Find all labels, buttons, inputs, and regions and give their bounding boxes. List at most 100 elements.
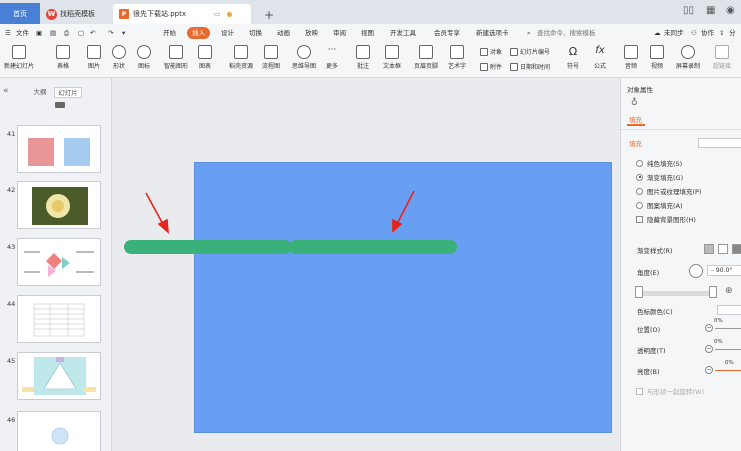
position-slider[interactable] xyxy=(715,328,741,329)
shape-button[interactable]: 形状 xyxy=(112,45,126,70)
fill-preview-box[interactable] xyxy=(698,138,741,148)
menu-animation[interactable]: 动画 xyxy=(277,27,290,39)
tab-fill[interactable]: 填充 xyxy=(629,114,642,124)
tab-document[interactable]: P 很先下载站.pptx ▭ xyxy=(113,4,251,24)
flowchart-button[interactable]: 流程图 xyxy=(262,45,280,70)
share-button[interactable]: 分享 xyxy=(729,27,741,49)
radio[interactable] xyxy=(636,159,643,167)
slide-thumbnail[interactable] xyxy=(17,181,101,229)
header-footer-button[interactable]: 页眉页脚 xyxy=(414,45,438,70)
checkbox[interactable] xyxy=(636,215,643,223)
formula-button[interactable]: fx 公式 xyxy=(593,45,607,70)
slide-thumbnail[interactable] xyxy=(17,411,101,451)
picture-fill-option[interactable]: 图片或纹理填充(P) xyxy=(636,186,702,196)
color-picker[interactable] xyxy=(717,305,741,315)
save-icon[interactable]: ▣ xyxy=(36,27,42,39)
dropdown-icon[interactable]: ▾ xyxy=(122,27,125,39)
thumbnail-scroll-handle[interactable] xyxy=(55,102,65,108)
print-icon[interactable]: ⎙ xyxy=(64,27,69,39)
gradient-fill-option[interactable]: 渐变填充(G) xyxy=(636,172,683,182)
add-stop-icon[interactable]: ⊕ xyxy=(725,286,733,296)
new-slide-button[interactable]: 新建幻灯片 xyxy=(4,45,34,70)
export-icon[interactable]: ▤ xyxy=(50,27,56,39)
gradient-style-radial[interactable] xyxy=(718,244,728,254)
tab-slides[interactable]: 幻灯片 xyxy=(54,87,82,98)
menu-view[interactable]: 视图 xyxy=(361,27,374,39)
comment-button[interactable]: 批注 xyxy=(356,45,370,70)
avatar[interactable]: ◉ xyxy=(726,5,735,16)
menu-slideshow[interactable]: 放映 xyxy=(305,27,318,39)
pattern-fill-option[interactable]: 图案填充(A) xyxy=(636,200,683,210)
angle-input[interactable]: – 90.0° xyxy=(707,265,741,276)
radio[interactable] xyxy=(636,201,643,209)
symbol-button[interactable]: Ω 符号 xyxy=(566,45,580,70)
datetime-button[interactable]: 日期和时间 xyxy=(510,62,550,71)
menu-switch[interactable]: 切换 xyxy=(249,27,262,39)
hyperlink-button[interactable]: 超链接 xyxy=(713,45,731,70)
gradient-style-rect[interactable] xyxy=(732,244,741,254)
command-search[interactable]: 查找命令、搜索模板 xyxy=(537,27,596,39)
attachment-button[interactable]: 附件 xyxy=(480,62,502,71)
slide-thumbnail[interactable] xyxy=(17,238,101,286)
tab-home[interactable]: 首页 xyxy=(0,3,40,24)
smartart-button[interactable]: 智能图形 xyxy=(164,45,188,70)
rotate-with-shape-option[interactable]: 与形状一起旋转(W) xyxy=(636,386,704,396)
video-button[interactable]: 视频 xyxy=(650,45,664,70)
search-icon[interactable]: ⌕ xyxy=(527,27,531,39)
gradient-style-linear[interactable] xyxy=(704,244,714,254)
green-bar-right[interactable] xyxy=(289,240,457,254)
layout-icon[interactable]: ▯▯ xyxy=(683,5,694,16)
solid-fill-option[interactable]: 纯色填充(S) xyxy=(636,158,682,168)
radio-selected[interactable] xyxy=(636,173,643,181)
gradient-track[interactable] xyxy=(637,291,717,296)
slide-thumbnail[interactable] xyxy=(17,295,101,343)
redo-icon[interactable]: ↷ xyxy=(108,27,113,39)
green-bar-left[interactable] xyxy=(124,240,292,254)
menu-start[interactable]: 开始 xyxy=(163,27,176,39)
gradient-stop[interactable] xyxy=(635,286,643,298)
icon-button[interactable]: 图标 xyxy=(137,45,151,70)
picture-button[interactable]: 图片 xyxy=(87,45,101,70)
undo-icon[interactable]: ↶ xyxy=(90,27,95,39)
menu-devtools[interactable]: 开发工具 xyxy=(390,27,416,39)
sync-status[interactable]: 未同步 xyxy=(664,27,684,39)
tab-outline[interactable]: 大纲 xyxy=(26,87,54,98)
menu-insert[interactable]: 插入 xyxy=(187,27,210,39)
slide-thumbnail[interactable] xyxy=(17,352,101,400)
transparency-slider[interactable] xyxy=(715,349,741,350)
gradient-stop[interactable] xyxy=(709,286,717,298)
wordart-button[interactable]: 艺术字 xyxy=(448,45,466,70)
hamburger-icon[interactable]: ☰ xyxy=(5,27,11,39)
screenrecord-button[interactable]: 屏幕录制 xyxy=(676,45,700,70)
table-button[interactable]: 表格 xyxy=(56,45,70,70)
audio-button[interactable]: 音频 xyxy=(624,45,638,70)
current-slide[interactable] xyxy=(194,162,612,433)
resources-button[interactable]: 稻壳资源 xyxy=(229,45,253,70)
transparency-minus-button[interactable]: − xyxy=(705,345,713,353)
object-button[interactable]: 对象 xyxy=(480,47,502,56)
more-button[interactable]: ··· 更多 xyxy=(325,45,339,70)
radio[interactable] xyxy=(636,187,643,195)
position-minus-button[interactable]: − xyxy=(705,324,713,332)
slide-thumbnail[interactable] xyxy=(17,125,101,173)
angle-dial[interactable] xyxy=(689,264,703,278)
brightness-slider[interactable] xyxy=(715,370,741,371)
menu-file[interactable]: 文件 xyxy=(16,27,29,39)
chart-button[interactable]: 图表 xyxy=(198,45,212,70)
slide-number-button[interactable]: 幻灯片编号 xyxy=(510,47,550,56)
collab-button[interactable]: 协作 xyxy=(701,27,714,39)
menu-design[interactable]: 设计 xyxy=(221,27,234,39)
mindmap-button[interactable]: 思维导图 xyxy=(292,45,316,70)
preview-icon[interactable]: ▢ xyxy=(78,27,84,39)
fill-section-header[interactable]: 填充 xyxy=(629,138,642,148)
brightness-minus-button[interactable]: − xyxy=(705,366,713,374)
collapse-panel-icon[interactable]: « xyxy=(3,86,9,96)
textbox-button[interactable]: 文本框 xyxy=(383,45,401,70)
tab-wps-templates[interactable]: W 找稻壳模板 xyxy=(40,4,110,24)
monitor-icon[interactable]: ▭ xyxy=(214,10,221,18)
checkbox[interactable] xyxy=(636,387,643,395)
menu-member[interactable]: 会员专享 xyxy=(434,27,460,39)
grid-icon[interactable]: ▦ xyxy=(706,5,715,16)
new-tab-button[interactable]: + xyxy=(258,5,280,25)
hide-background-option[interactable]: 隐藏背景图形(H) xyxy=(636,214,696,224)
